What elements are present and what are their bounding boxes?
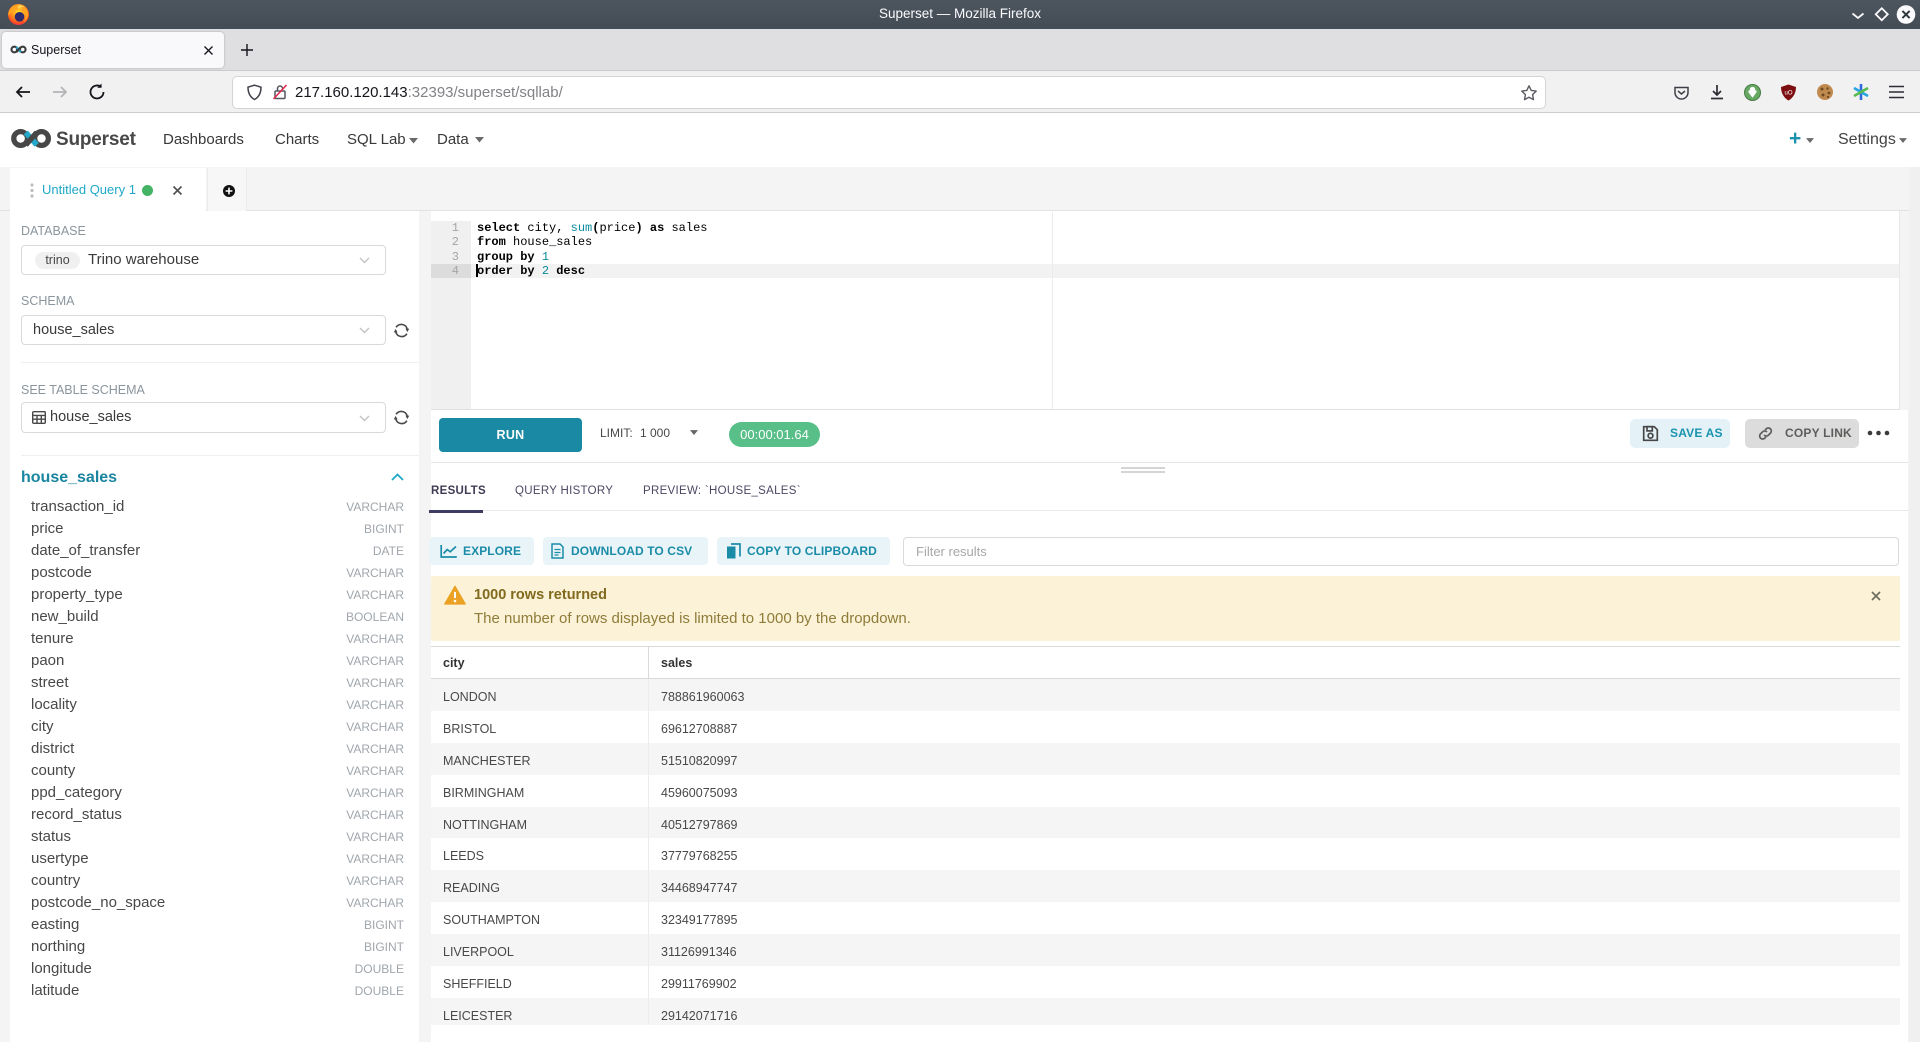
svg-text:uO: uO — [1784, 91, 1792, 97]
